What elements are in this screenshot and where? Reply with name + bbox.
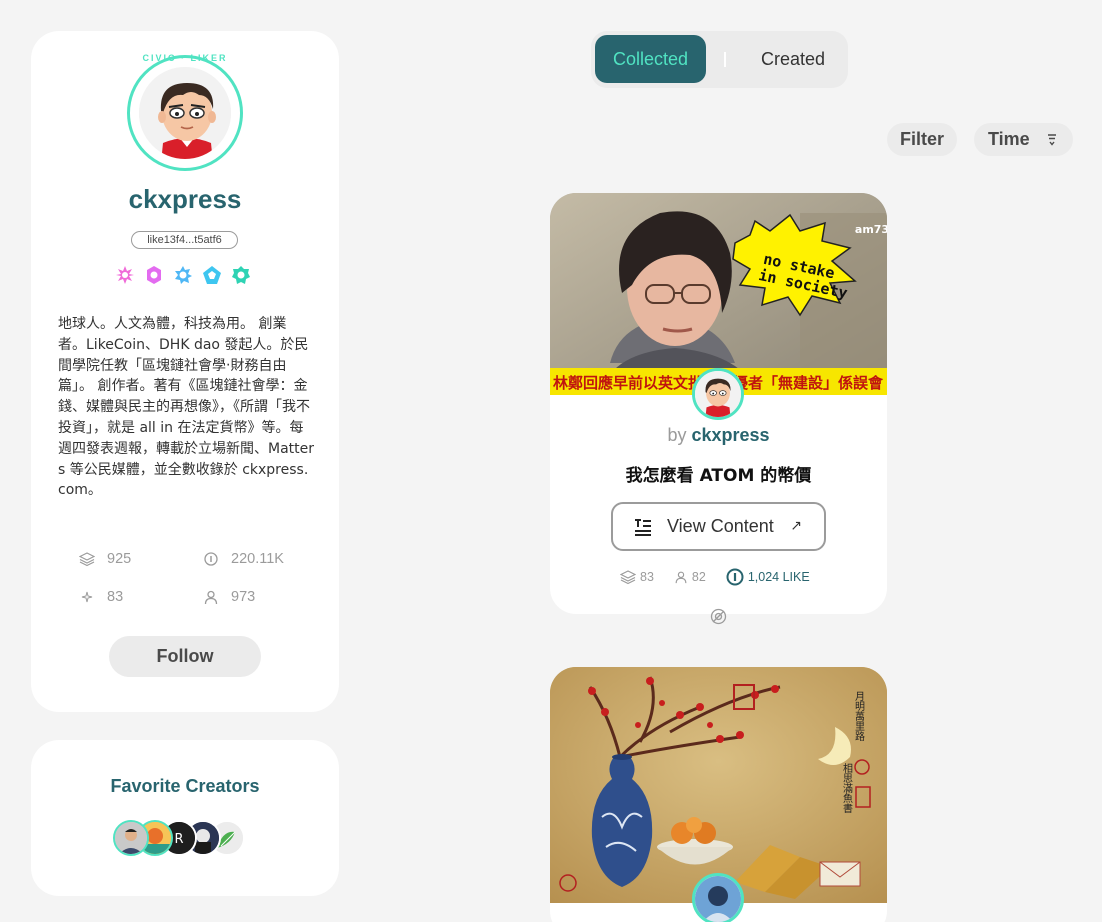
- stat-created-value: 83: [107, 589, 124, 605]
- stat-collected: 925: [79, 551, 131, 567]
- svg-text:相思滿魚書: 相思滿魚書: [841, 762, 853, 813]
- nft-card[interactable]: no stake in society am73 林鄭回應早前以英文批評滋擾者「…: [550, 193, 887, 614]
- sort-time-label: Time: [988, 129, 1030, 149]
- creator-avatar[interactable]: [692, 873, 744, 922]
- stat-created: 83: [79, 589, 123, 605]
- profile-card: CIVIC · LIKER ckxpress like13f4...t5atf6: [31, 31, 339, 712]
- avatar-illustration: [137, 65, 233, 161]
- card-stat-like: 1,024 LIKE: [726, 568, 810, 586]
- badge-icon[interactable]: [115, 265, 135, 285]
- nft-card[interactable]: 月明萬里路 相思滿魚書: [550, 667, 887, 922]
- badge-icon[interactable]: [173, 265, 193, 285]
- creator-avatar[interactable]: [692, 368, 744, 420]
- badge-icon[interactable]: [144, 265, 164, 285]
- svg-text:月明萬里路: 月明萬里路: [853, 691, 865, 742]
- view-content-label: View Content: [667, 516, 774, 536]
- card-stat-like-value: 1,024 LIKE: [747, 570, 810, 584]
- collection-tabs: Collected Created: [591, 31, 848, 88]
- follow-button[interactable]: Follow: [109, 636, 261, 677]
- tab-collected[interactable]: Collected: [595, 35, 706, 83]
- user-icon: [204, 590, 218, 605]
- layers-icon: [620, 570, 636, 585]
- profile-display-name: ckxpress: [128, 184, 242, 214]
- sort-time-button[interactable]: Time: [974, 123, 1073, 156]
- card-stat-collected: 83: [620, 569, 654, 585]
- svg-text:am73: am73: [855, 223, 887, 236]
- stat-value-amount: 220.11K: [231, 551, 284, 567]
- badge-row: [115, 265, 251, 285]
- profile-bio: 地球人。人文為體，科技為用。 創業者。LikeCoin、DHK dao 發起人。…: [58, 316, 315, 499]
- stat-collectors: 973: [203, 589, 255, 605]
- card-stat-collectors: 82: [674, 569, 706, 585]
- favorite-creators-title: Favorite Creators: [110, 776, 260, 796]
- tab-divider: [724, 52, 726, 67]
- article-icon: [635, 519, 651, 536]
- card-stat-collected-value: 83: [640, 570, 654, 584]
- favorite-creators-card: Favorite Creators R: [31, 740, 339, 896]
- profile-avatar[interactable]: CIVIC · LIKER: [127, 53, 243, 171]
- nft-cover-image[interactable]: 月明萬里路 相思滿魚書: [550, 667, 887, 903]
- tab-created[interactable]: Created: [743, 35, 843, 83]
- badge-icon[interactable]: [231, 265, 251, 285]
- nft-cover-image[interactable]: no stake in society am73 林鄭回應早前以英文批評滋擾者「…: [550, 193, 887, 395]
- view-content-button[interactable]: View Content ↗: [611, 502, 826, 551]
- user-icon: [675, 571, 687, 584]
- hide-icon[interactable]: [710, 608, 727, 625]
- external-link-icon: ↗: [790, 517, 802, 533]
- civic-liker-label: CIVIC · LIKER: [142, 53, 228, 63]
- likecoin-icon: [204, 552, 218, 566]
- likecoin-icon: [726, 568, 744, 586]
- sort-descending-icon: [1048, 134, 1056, 146]
- card-stats: 83 82 1,024 LIKE: [620, 568, 824, 586]
- creator-avatar[interactable]: [113, 820, 149, 856]
- stat-collected-value: 925: [107, 551, 132, 567]
- creator-name-link[interactable]: ckxpress: [691, 425, 769, 445]
- stat-value: 220.11K: [203, 551, 284, 567]
- filter-button[interactable]: Filter: [887, 123, 957, 156]
- wallet-address[interactable]: like13f4...t5atf6: [131, 231, 238, 249]
- nft-title[interactable]: 我怎麼看 ATOM 的幣價: [550, 461, 887, 486]
- by-prefix: by: [667, 425, 687, 445]
- svg-text:R: R: [174, 832, 183, 847]
- badge-icon[interactable]: [202, 265, 222, 285]
- card-stat-collectors-value: 82: [691, 570, 706, 584]
- layers-icon: [79, 552, 95, 567]
- sparkle-icon: [81, 591, 93, 603]
- card-byline: by ckxpress: [550, 425, 887, 446]
- stat-collectors-value: 973: [231, 589, 256, 605]
